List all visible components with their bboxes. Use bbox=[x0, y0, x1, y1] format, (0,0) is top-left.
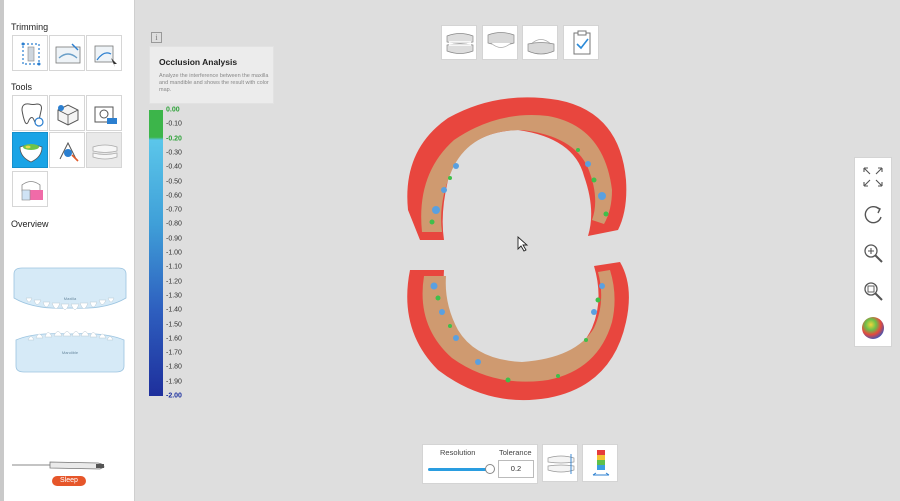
color-scale-label: -0.30 bbox=[166, 149, 182, 157]
sidebar: Trimming Tools Overview Maxilla Mandible… bbox=[4, 0, 135, 501]
both-jaws-icon bbox=[446, 33, 474, 54]
color-map-icon bbox=[862, 317, 884, 339]
overview-jaw-preview[interactable]: Maxilla Mandible bbox=[10, 262, 130, 380]
color-scale-label: -0.60 bbox=[166, 192, 182, 200]
tooth-restore-button[interactable] bbox=[12, 95, 48, 131]
tooltip-title: Occlusion Analysis bbox=[159, 57, 238, 67]
color-scale-labels: 0.00 -0.10 -0.20 -0.30 -0.40 -0.50 -0.60 -0.70 -… bbox=[166, 106, 196, 400]
color-scale-label: -1.40 bbox=[166, 306, 182, 314]
color-scale-bar bbox=[149, 110, 163, 396]
color-scale-label: -1.30 bbox=[166, 292, 182, 300]
color-scale-label: -0.80 bbox=[166, 220, 182, 228]
rotate-button[interactable] bbox=[855, 196, 891, 234]
overview-lower-label: Mandible bbox=[62, 350, 79, 355]
model-base-button[interactable] bbox=[12, 171, 48, 207]
color-scale-label: -1.90 bbox=[166, 378, 182, 386]
select-region-icon bbox=[21, 42, 41, 66]
color-scale-label: -1.00 bbox=[166, 249, 182, 257]
color-scale-label: -0.50 bbox=[166, 178, 182, 185]
spray-icon bbox=[59, 141, 79, 162]
model-base-icon bbox=[21, 181, 43, 201]
spray-button[interactable] bbox=[49, 132, 85, 168]
zoom-area-button[interactable] bbox=[855, 272, 891, 310]
view-controls-toolbar bbox=[854, 157, 892, 347]
overview-title: Overview bbox=[11, 219, 49, 229]
color-scale-label: -1.10 bbox=[166, 263, 182, 271]
resolution-slider-track[interactable] bbox=[428, 468, 492, 471]
select-region-button[interactable] bbox=[12, 35, 48, 71]
maxilla-icon bbox=[487, 32, 515, 48]
mandible-button[interactable] bbox=[522, 25, 558, 60]
capture-button[interactable] bbox=[86, 95, 122, 131]
color-scale-label: -1.60 bbox=[166, 335, 182, 343]
color-scale-label: -1.20 bbox=[166, 278, 182, 286]
info-icon[interactable]: i bbox=[151, 32, 162, 43]
occlusion-analysis-button[interactable] bbox=[12, 132, 48, 168]
color-range-button[interactable] bbox=[582, 444, 618, 482]
freeform-cut-button[interactable] bbox=[86, 35, 122, 71]
plane-cut-icon bbox=[55, 43, 81, 64]
resolution-label: Resolution bbox=[440, 448, 476, 457]
color-scale-label: -1.50 bbox=[166, 321, 182, 328]
plane-cut-button[interactable] bbox=[49, 35, 85, 71]
tolerance-label: Tolerance bbox=[499, 448, 532, 457]
color-scale-label: -0.40 bbox=[166, 163, 182, 171]
zoom-in-icon bbox=[864, 244, 883, 263]
jaw-model-viewport[interactable] bbox=[398, 90, 638, 415]
tolerance-input[interactable]: 0.2 bbox=[498, 460, 534, 478]
scanner-icon bbox=[12, 461, 105, 470]
bite-align-button[interactable] bbox=[86, 132, 122, 168]
both-jaws-button[interactable] bbox=[441, 25, 477, 60]
mouse-cursor-icon bbox=[517, 236, 529, 252]
maxilla-button[interactable] bbox=[482, 25, 518, 60]
capture-icon bbox=[94, 106, 117, 124]
color-scale-label: -0.20 bbox=[166, 135, 182, 143]
analysis-settings-panel: Resolution Tolerance 0.2 bbox=[422, 444, 538, 484]
upper-contact-marks bbox=[432, 161, 606, 214]
tool-tooltip: Occlusion Analysis Analyze the interfere… bbox=[149, 46, 274, 104]
trimming-title: Trimming bbox=[11, 22, 49, 32]
color-scale-label: -0.90 bbox=[166, 235, 182, 243]
resolution-slider-handle[interactable] bbox=[485, 464, 495, 474]
color-scale-label: -2.00 bbox=[166, 392, 182, 400]
occlusion-analysis-icon bbox=[19, 144, 43, 163]
checklist-button[interactable] bbox=[563, 25, 599, 60]
fit-screen-icon bbox=[863, 167, 883, 187]
freeform-cut-icon bbox=[94, 45, 117, 67]
color-scale-label: 0.00 bbox=[166, 106, 180, 114]
block-out-button[interactable] bbox=[49, 95, 85, 131]
checklist-icon bbox=[573, 30, 591, 55]
block-out-icon bbox=[57, 104, 79, 126]
tools-title: Tools bbox=[11, 82, 33, 92]
tooltip-description: Analyze the interference between the max… bbox=[159, 73, 269, 93]
zoom-in-button[interactable] bbox=[855, 234, 891, 272]
color-map-button[interactable] bbox=[855, 310, 891, 348]
overview-upper-label: Maxilla bbox=[64, 296, 77, 301]
tooth-restore-icon bbox=[21, 103, 44, 127]
zoom-area-icon bbox=[864, 282, 883, 301]
color-scale-label: -1.80 bbox=[166, 363, 182, 371]
bite-distance-icon bbox=[547, 454, 575, 474]
color-scale-label: -0.70 bbox=[166, 206, 182, 214]
scanner-status-badge: Sleep bbox=[52, 476, 86, 486]
mandible-icon bbox=[527, 39, 555, 55]
color-scale-label: -1.70 bbox=[166, 349, 182, 357]
bite-distance-button[interactable] bbox=[542, 444, 578, 482]
color-scale-label: -0.10 bbox=[166, 120, 182, 128]
color-range-icon bbox=[592, 450, 610, 476]
fit-screen-button[interactable] bbox=[855, 158, 891, 196]
rotate-icon bbox=[864, 205, 882, 224]
bite-align-icon bbox=[92, 144, 118, 160]
